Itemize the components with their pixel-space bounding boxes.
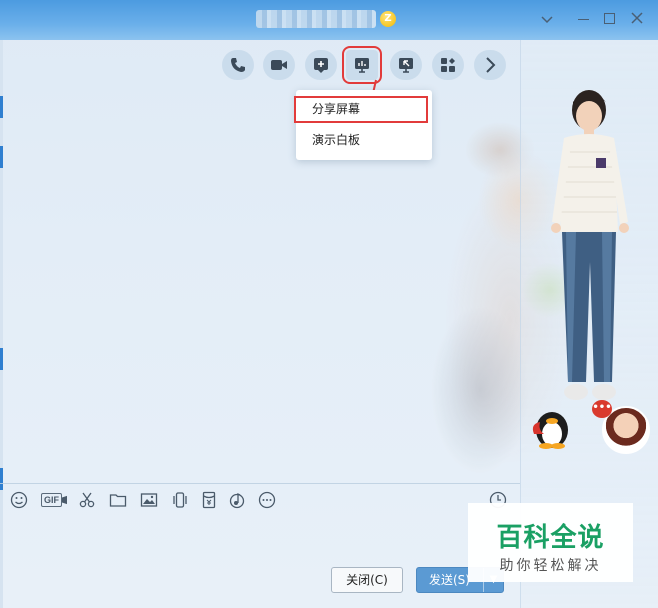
- send-button-label: 发送(S): [429, 573, 470, 587]
- maximize-button[interactable]: [598, 9, 620, 29]
- gif-icon: GIF: [41, 493, 62, 507]
- image-icon: [140, 493, 158, 507]
- music-icon: [229, 492, 245, 509]
- folder-icon: [109, 494, 127, 507]
- chat-window: ••• Z 分享屏幕 演示白板 GIF 关闭(C) 发送(S) 百科全说 助你轻…: [0, 0, 658, 608]
- apps-grid-icon: [441, 58, 455, 72]
- contact-name-blurred: [256, 10, 376, 28]
- add-app-button[interactable]: [305, 50, 337, 80]
- more-input-tools-button[interactable]: [256, 489, 278, 511]
- music-button[interactable]: [226, 489, 248, 511]
- more-tools-button[interactable]: [474, 50, 506, 80]
- phone-call-button[interactable]: [222, 50, 254, 80]
- red-packet-button[interactable]: [198, 489, 220, 511]
- shake-button[interactable]: [169, 489, 191, 511]
- close-button[interactable]: 关闭(C): [331, 567, 403, 593]
- scissors-icon: [79, 492, 95, 508]
- chevron-right-icon: [486, 57, 496, 73]
- menu-item-whiteboard[interactable]: 演示白板: [296, 127, 432, 154]
- remote-screen-icon: [399, 58, 413, 73]
- add-app-icon: [314, 58, 328, 73]
- red-packet-icon: [202, 491, 216, 509]
- emoji-button[interactable]: [8, 489, 30, 511]
- minimize-button[interactable]: [572, 9, 594, 29]
- watermark-subtitle: 助你轻松解决: [499, 558, 602, 574]
- qq-penguin-icon: [532, 412, 568, 449]
- send-file-button[interactable]: [107, 489, 129, 511]
- left-edge-strip: [0, 38, 3, 608]
- input-divider: [0, 483, 520, 484]
- close-window-button[interactable]: [626, 9, 648, 29]
- more-icon: [258, 491, 276, 509]
- chevron-down-icon[interactable]: [536, 9, 558, 29]
- watermark: 百科全说 助你轻松解决: [468, 503, 633, 582]
- video-call-button[interactable]: [263, 50, 295, 80]
- emoji-icon: [10, 491, 28, 509]
- presentation-icon: [355, 58, 369, 73]
- phone-icon: [231, 58, 245, 72]
- chat-bubble-icon: •••: [592, 400, 612, 418]
- screenshot-button[interactable]: [76, 489, 98, 511]
- send-image-button[interactable]: [138, 489, 160, 511]
- menu-item-share-screen[interactable]: 分享屏幕: [294, 96, 428, 123]
- shake-icon: [173, 492, 187, 508]
- title-bar: Z: [0, 0, 658, 40]
- share-screen-button[interactable]: [342, 46, 382, 84]
- vip-badge-icon: Z: [380, 11, 396, 27]
- share-menu: 分享屏幕 演示白板: [294, 90, 432, 160]
- apps-grid-button[interactable]: [432, 50, 464, 80]
- remote-screen-button[interactable]: [390, 50, 422, 80]
- watermark-title: 百科全说: [496, 523, 605, 553]
- gif-button[interactable]: GIF: [39, 489, 69, 511]
- avatar-figure: [551, 90, 629, 400]
- video-icon: [271, 60, 287, 70]
